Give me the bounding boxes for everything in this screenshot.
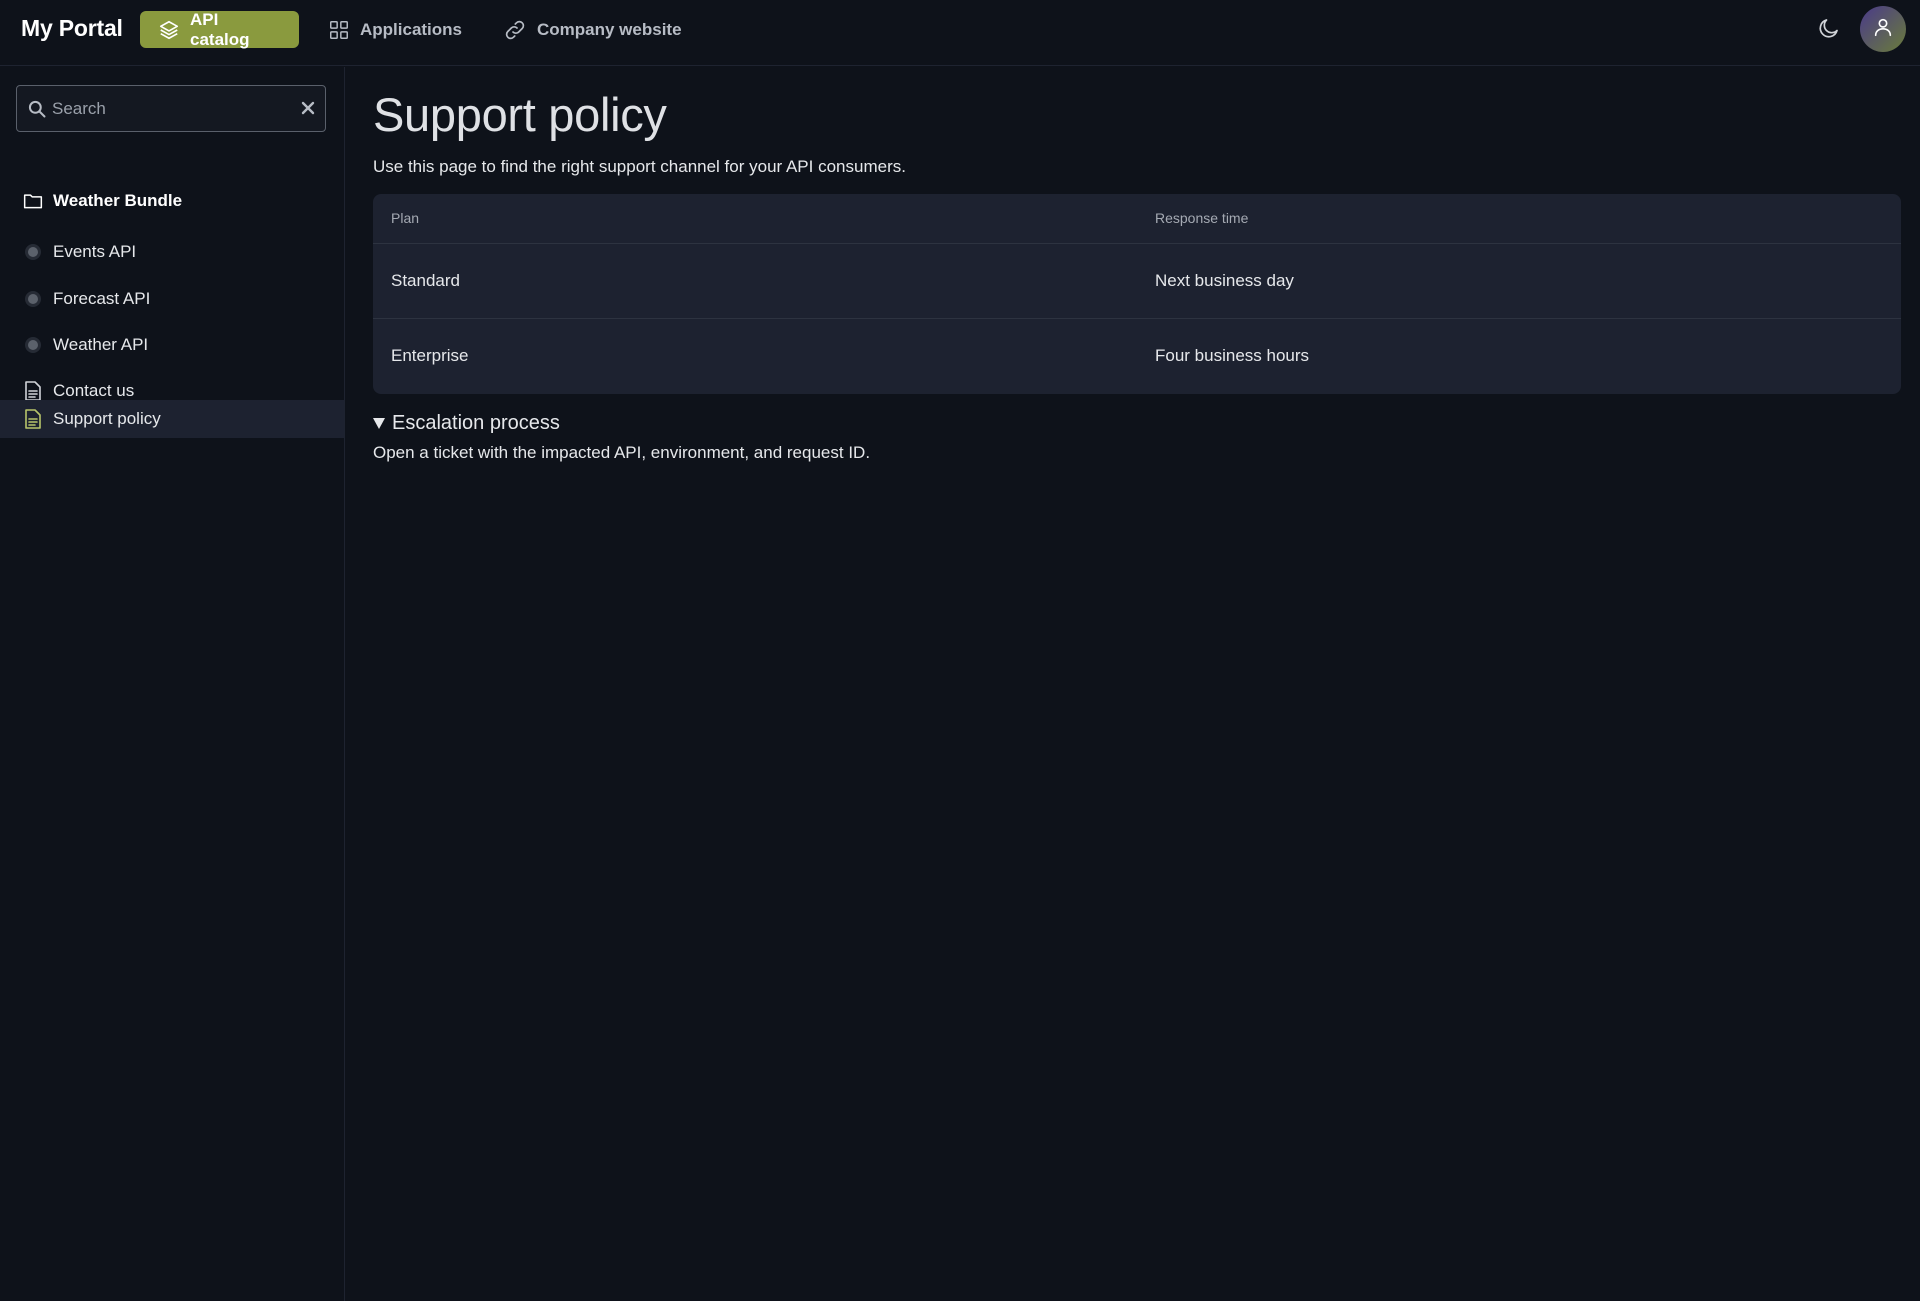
table-cell-response-time: Four business hours: [1155, 345, 1310, 365]
search-icon: [27, 99, 47, 124]
sidebar-item-label: Forecast API: [53, 289, 151, 308]
column-header-response-time: Response time: [1137, 194, 1901, 244]
search-box: [16, 85, 326, 132]
dot-icon: [23, 289, 43, 309]
sidebar: Weather Bundle Events API Forecast API W…: [0, 67, 345, 1301]
table-row: Standard Next business day: [373, 243, 1901, 319]
sidebar-item-label: Contact us: [53, 381, 135, 400]
table-cell-plan: Standard: [373, 243, 1137, 319]
column-header-plan: Plan: [373, 194, 1137, 244]
moon-icon: [1817, 19, 1841, 44]
user-icon: [1872, 16, 1894, 43]
triangle-down-icon: [373, 418, 385, 429]
folder-icon: [23, 191, 43, 211]
nav-applications-label: Applications: [360, 19, 463, 39]
clear-search-icon[interactable]: [301, 101, 315, 120]
top-navigation-bar: My Portal API catalog Applications Compa…: [0, 0, 1920, 66]
document-icon: [23, 381, 43, 401]
table-row: Enterprise Four business hours: [373, 318, 1901, 393]
theme-toggle-button[interactable]: [1817, 16, 1841, 40]
sidebar-item-weather-api[interactable]: Weather API: [0, 326, 344, 364]
dot-icon: [23, 335, 43, 355]
escalation-summary-toggle[interactable]: Escalation process: [373, 412, 870, 435]
layers-icon: [158, 19, 180, 41]
nav-company-website-label: Company website: [537, 19, 682, 39]
nav-company-website-link[interactable]: Company website: [485, 11, 700, 48]
nav-applications-button[interactable]: Applications: [310, 11, 480, 48]
link-icon: [503, 18, 527, 42]
sidebar-item-support-policy[interactable]: Support policy: [0, 400, 344, 438]
search-input[interactable]: [52, 86, 302, 131]
portal-brand[interactable]: My Portal: [21, 15, 123, 42]
nav-api-catalog-button[interactable]: API catalog: [140, 9, 299, 49]
escalation-details: Escalation process Open a ticket with th…: [373, 412, 870, 463]
table-cell-plan: Enterprise: [391, 345, 469, 365]
page-title: Support policy: [373, 88, 667, 141]
sidebar-item-label: Weather API: [53, 335, 149, 354]
sidebar-item-weather-bundle[interactable]: Weather Bundle: [0, 182, 344, 220]
sidebar-item-label: Events API: [53, 242, 137, 261]
sidebar-item-label: Weather Bundle: [53, 191, 183, 210]
nav-api-catalog-label: API catalog: [190, 9, 250, 49]
sidebar-item-events-api[interactable]: Events API: [0, 233, 344, 271]
escalation-body: Open a ticket with the impacted API, env…: [373, 443, 871, 462]
grid-icon: [328, 19, 350, 41]
user-avatar-button[interactable]: [1860, 6, 1906, 52]
page-intro: Use this page to find the right support …: [373, 157, 906, 176]
escalation-summary-label: Escalation process: [392, 412, 560, 434]
sidebar-item-label: Support policy: [53, 409, 161, 428]
sidebar-item-forecast-api[interactable]: Forecast API: [0, 280, 344, 318]
document-icon: [23, 409, 43, 429]
dot-icon: [23, 242, 43, 262]
support-plans-table: Plan Response time Standard Next busines…: [373, 194, 1901, 394]
table-header-row: Plan Response time: [373, 194, 1901, 244]
table-cell-response-time: Next business day: [1137, 243, 1901, 319]
